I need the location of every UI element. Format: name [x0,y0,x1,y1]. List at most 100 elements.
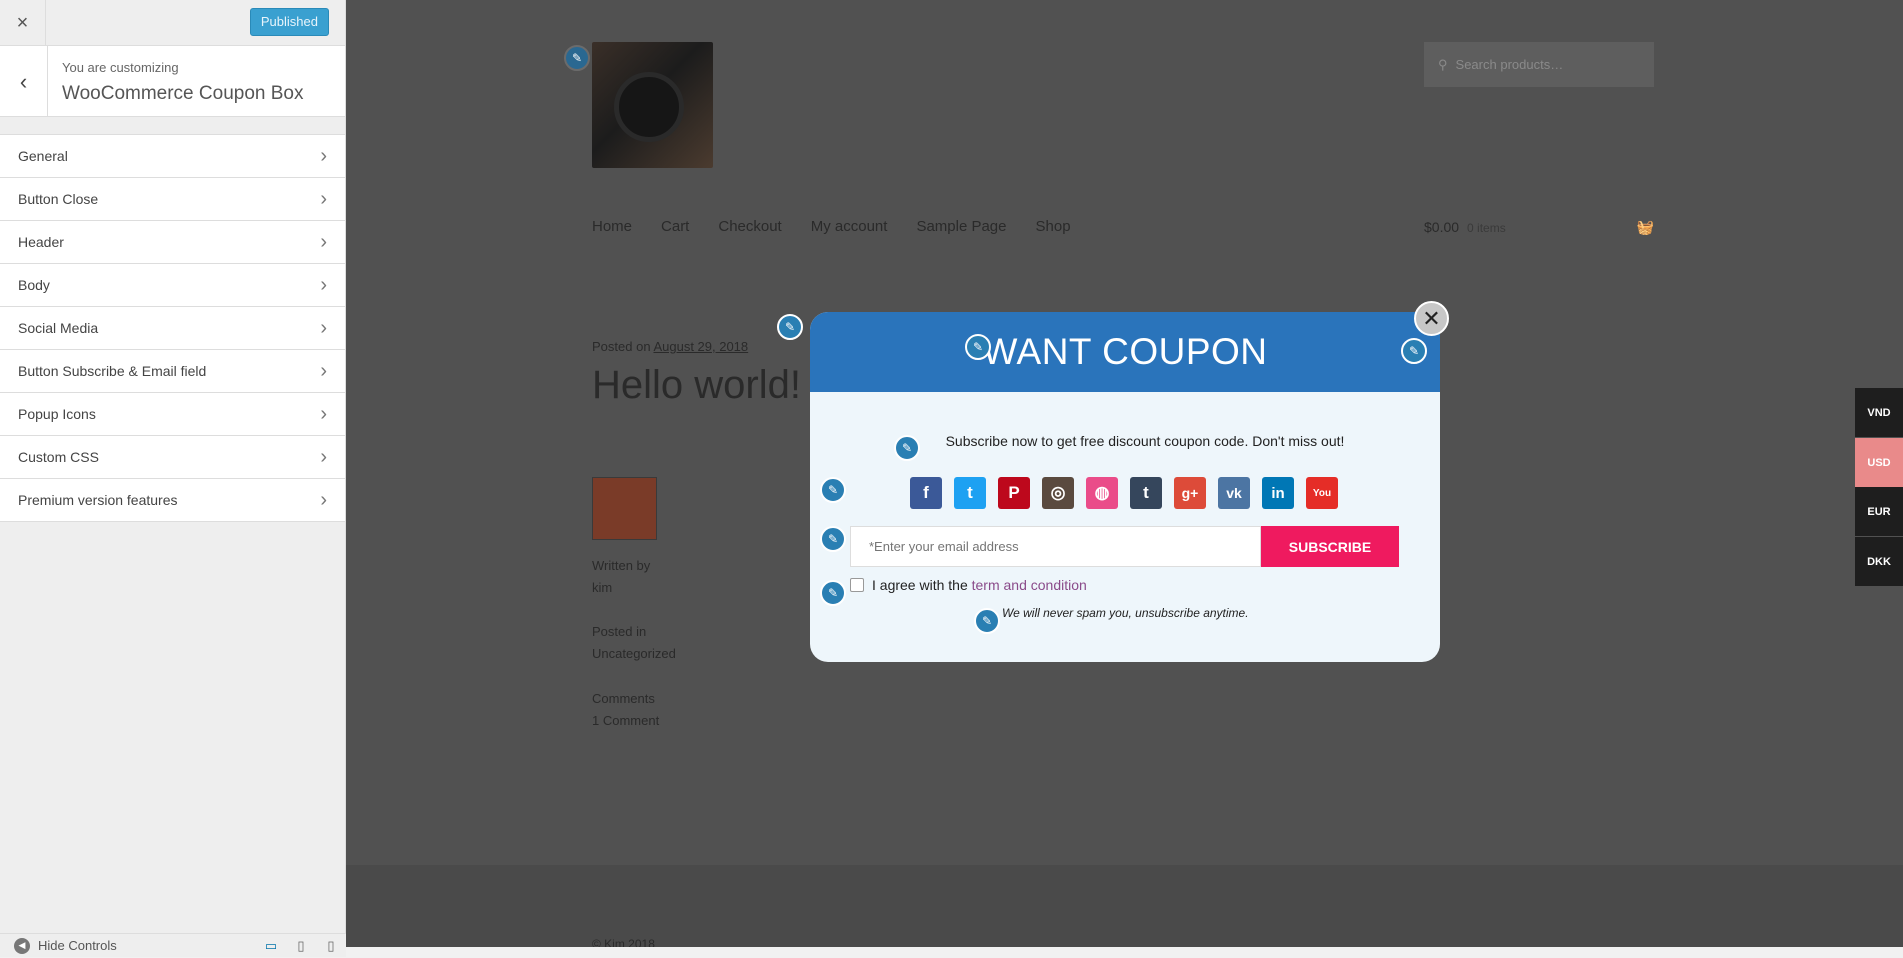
email-form: SUBSCRIBE [850,526,1399,567]
subscribe-button[interactable]: SUBSCRIBE [1261,526,1399,567]
sidebar-footer: ◀ Hide Controls ▭ ▯ ▯ [0,933,346,957]
sidebar-item-body[interactable]: Body › [0,264,345,307]
post-date-link[interactable]: August 29, 2018 [653,339,748,354]
edit-header-icon[interactable]: ✎ [1401,338,1427,364]
chevron-right-icon: › [320,402,327,425]
chevron-right-icon: › [320,144,327,167]
collapse-icon: ◀ [14,937,30,954]
sidebar-item-label: Premium version features [18,492,178,508]
edit-agree-icon[interactable]: ✎ [820,580,846,606]
hide-controls-button[interactable]: ◀ Hide Controls [0,937,256,954]
sidebar-item-button-subscribe[interactable]: Button Subscribe & Email field › [0,350,345,393]
search-icon: ⚲ [1438,56,1448,72]
comments-label: Comments [592,691,655,706]
status-bar [346,947,1903,957]
google-plus-icon[interactable]: g+ [1174,477,1206,509]
sidebar-item-social-media[interactable]: Social Media › [0,307,345,350]
social-icons: f t P ◎ ◍ t g+ vk in You [910,477,1338,509]
nav-cart[interactable]: Cart [661,218,689,235]
agree-text: I agree with the [872,577,968,593]
sidebar-item-header[interactable]: Header › [0,221,345,264]
nav-shop[interactable]: Shop [1036,218,1071,235]
cart-total: $0.00 [1424,219,1460,235]
cart-items: 0 items [1467,221,1506,235]
sidebar-item-button-close[interactable]: Button Close › [0,178,345,221]
chevron-right-icon: › [320,230,327,253]
site-footer: © Kim 2018 [346,865,1903,957]
sidebar-item-label: Popup Icons [18,406,96,422]
nav-home[interactable]: Home [592,218,632,235]
site-logo[interactable] [592,42,713,168]
posted-on-label: Posted on [592,339,651,354]
nav-my-account[interactable]: My account [811,218,888,235]
sidebar-item-general[interactable]: General › [0,135,345,178]
email-field[interactable] [850,526,1261,567]
no-spam-note: We will never spam you, unsubscribe anyt… [1002,606,1249,620]
agree-checkbox[interactable] [850,578,864,592]
hide-controls-label: Hide Controls [38,938,117,953]
section-title: WooCommerce Coupon Box [62,83,304,104]
currency-dkk[interactable]: DKK [1855,537,1903,586]
sidebar-item-label: Header [18,234,64,250]
agree-row: I agree with the term and condition [850,577,1087,593]
search-placeholder: Search products… [1455,57,1564,72]
edit-popup-icon[interactable]: ✎ [777,314,803,340]
post-meta: Posted on August 29, 2018 [592,339,748,354]
sidebar-header: × Published [0,0,345,46]
posted-in-label: Posted in [592,624,647,639]
popup-close-button[interactable]: ✕ [1414,301,1449,336]
edit-title-icon[interactable]: ✎ [965,334,991,360]
sidebar-item-custom-css[interactable]: Custom CSS › [0,436,345,479]
desktop-preview-icon[interactable]: ▭ [256,934,286,958]
category-link[interactable]: Uncategorized [592,646,676,661]
edit-email-icon[interactable]: ✎ [820,526,846,552]
sidebar-item-label: Custom CSS [18,449,99,465]
twitter-icon[interactable]: t [954,477,986,509]
close-icon: ✕ [1422,305,1441,331]
terms-link[interactable]: term and condition [972,577,1087,593]
written-by-label: Written by [592,558,651,573]
vk-icon[interactable]: vk [1218,477,1250,509]
nav-checkout[interactable]: Checkout [718,218,781,235]
mobile-preview-icon[interactable]: ▯ [316,934,346,958]
chevron-right-icon: › [320,359,327,382]
currency-usd[interactable]: USD [1855,438,1903,487]
currency-eur[interactable]: EUR [1855,487,1903,536]
edit-nospam-icon[interactable]: ✎ [974,608,1000,634]
pinterest-icon[interactable]: P [998,477,1030,509]
youtube-icon[interactable]: You [1306,477,1338,509]
edit-shortcut-icon[interactable]: ✎ [564,45,590,71]
linkedin-icon[interactable]: in [1262,477,1294,509]
currency-vnd[interactable]: VND [1855,388,1903,437]
close-icon[interactable]: × [0,0,46,46]
comments-link[interactable]: 1 Comment [592,713,659,728]
tumblr-icon[interactable]: t [1130,477,1162,509]
search-input[interactable]: ⚲ Search products… [1424,42,1654,87]
site-preview: ✎ ⚲ Search products… Home Cart Checkout … [346,0,1903,957]
sidebar-item-label: Button Close [18,191,99,207]
sidebar-item-premium[interactable]: Premium version features › [0,479,345,522]
chevron-right-icon: › [320,445,327,468]
popup-header: WANT COUPON [810,312,1440,392]
author-link[interactable]: kim [592,580,612,595]
edit-social-icon[interactable]: ✎ [820,477,846,503]
sidebar-item-label: Body [18,277,50,293]
header-cart[interactable]: $0.00 0 items 🧺 [1424,219,1654,236]
popup-message: Subscribe now to get free discount coupo… [945,433,1345,449]
dribbble-icon[interactable]: ◍ [1086,477,1118,509]
chevron-right-icon: › [320,187,327,210]
sidebar-item-label: General [18,148,68,164]
published-button[interactable]: Published [249,8,329,36]
sidebar-item-label: Social Media [18,320,99,336]
sidebar-item-popup-icons[interactable]: Popup Icons › [0,393,345,436]
back-icon[interactable]: ‹ [0,46,48,117]
tablet-preview-icon[interactable]: ▯ [286,934,316,958]
instagram-icon[interactable]: ◎ [1042,477,1074,509]
facebook-icon[interactable]: f [910,477,942,509]
watch-image [614,72,684,142]
chevron-right-icon: › [320,488,327,511]
customizing-panel-title: ‹ You are customizing WooCommerce Coupon… [0,46,345,117]
nav-sample-page[interactable]: Sample Page [916,218,1006,235]
customizer-sidebar: × Published ‹ You are customizing WooCom… [0,0,346,957]
coupon-popup: WANT COUPON ✎ ✎ ✕ ✎ Subscribe now to get… [810,301,1449,662]
